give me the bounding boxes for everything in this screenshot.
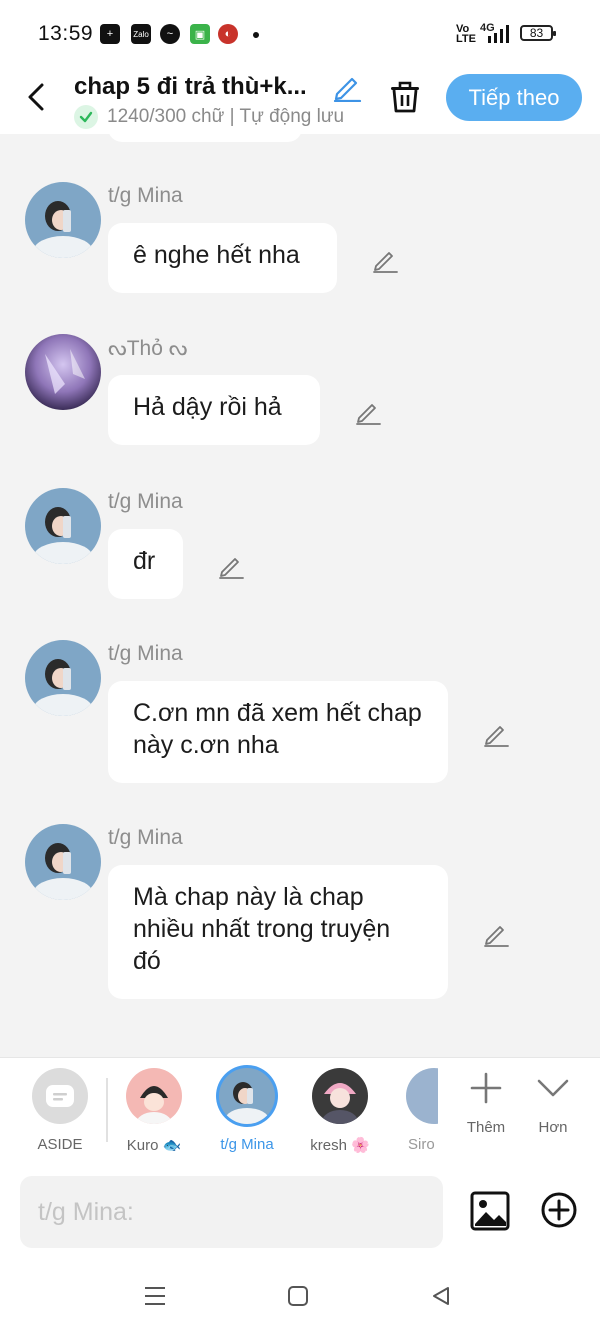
message-bubble[interactable]: Mà chap này là chap nhiều nhất trong tru… xyxy=(108,865,448,999)
avatar[interactable] xyxy=(25,640,101,716)
menu-icon[interactable] xyxy=(143,1285,167,1307)
character-name: ᔓThỏ ᔓ xyxy=(108,337,188,360)
edit-title-icon[interactable] xyxy=(332,72,362,102)
avatar xyxy=(126,1068,182,1124)
character-label: Siro xyxy=(408,1136,435,1153)
chapter-title: chap 5 đi trả thù+k... xyxy=(74,73,307,100)
volte-icon: Vo LTE xyxy=(456,23,476,45)
add-circle-icon[interactable] xyxy=(540,1191,578,1229)
expand-characters-button[interactable]: Hơn xyxy=(523,1070,583,1136)
system-nav-bar xyxy=(0,1263,600,1333)
saved-check-icon xyxy=(74,105,98,129)
character-aside[interactable]: ASIDE xyxy=(20,1068,100,1153)
edit-message-icon[interactable] xyxy=(371,246,399,274)
add-contact-icon: + xyxy=(100,24,120,44)
character-name: t/g Mina xyxy=(108,184,183,207)
edit-message-icon[interactable] xyxy=(354,398,382,426)
trash-icon[interactable] xyxy=(388,80,422,114)
avatar xyxy=(406,1068,438,1124)
message-bubble[interactable]: đr xyxy=(108,529,183,599)
avatar[interactable] xyxy=(25,182,101,258)
signal-icon xyxy=(488,25,509,43)
aside-icon xyxy=(32,1068,88,1124)
previous-message-bubble xyxy=(108,126,302,142)
edit-message-icon[interactable] xyxy=(482,920,510,948)
add-character-button[interactable]: Thêm xyxy=(456,1070,516,1136)
app-icon: ▣ xyxy=(190,24,210,44)
composer xyxy=(0,1165,600,1263)
clock: 13:59 xyxy=(38,22,94,45)
avatar xyxy=(312,1068,368,1124)
character-selector: ASIDE Kuro 🐟 t/g Mina kresh 🌸 Siro Thêm … xyxy=(0,1057,600,1167)
chevron-down-icon xyxy=(537,1079,569,1097)
back-arrow-icon[interactable] xyxy=(26,82,48,112)
message-bubble[interactable]: ê nghe hết nha xyxy=(108,223,337,293)
app-icon-2: ◐ xyxy=(218,24,238,44)
character-label: Kuro 🐟 xyxy=(126,1137,182,1154)
messenger-icon: ~ xyxy=(160,24,180,44)
divider xyxy=(106,1078,108,1142)
expand-label: Hơn xyxy=(538,1119,568,1136)
character-name: t/g Mina xyxy=(108,826,183,849)
home-icon[interactable] xyxy=(287,1285,309,1307)
avatar[interactable] xyxy=(25,334,101,410)
edit-message-icon[interactable] xyxy=(482,720,510,748)
image-icon[interactable] xyxy=(470,1191,510,1231)
avatar[interactable] xyxy=(25,824,101,900)
character-mina[interactable]: t/g Mina xyxy=(207,1068,287,1153)
zalo-icon: Zalo xyxy=(131,24,151,44)
next-button[interactable]: Tiếp theo xyxy=(446,74,582,121)
message-bubble[interactable]: Hả dậy rồi hả xyxy=(108,375,320,445)
character-name: t/g Mina xyxy=(108,642,183,665)
editor-header: chap 5 đi trả thù+k... 1240/300 chữ | Tự… xyxy=(0,68,600,134)
message-bubble[interactable]: C.ơn mn đã xem hết chap này c.ơn nha xyxy=(108,681,448,783)
plus-icon xyxy=(470,1072,502,1104)
avatar[interactable] xyxy=(25,488,101,564)
message-input[interactable] xyxy=(20,1176,443,1248)
character-label: kresh 🌸 xyxy=(310,1137,370,1154)
word-count-status: 1240/300 chữ | Tự động lưu xyxy=(107,106,345,127)
character-kuro[interactable]: Kuro 🐟 xyxy=(114,1068,194,1154)
status-bar: 13:59 + Zalo ~ ▣ ◐ Vo LTE 4G 83 xyxy=(0,0,600,68)
battery-indicator: 83 xyxy=(520,25,556,41)
character-label: t/g Mina xyxy=(220,1136,274,1153)
character-kresh[interactable]: kresh 🌸 xyxy=(300,1068,380,1154)
back-nav-icon[interactable] xyxy=(430,1285,452,1307)
edit-message-icon[interactable] xyxy=(217,552,245,580)
character-siro[interactable]: Siro xyxy=(396,1068,438,1153)
character-label: ASIDE xyxy=(37,1136,83,1153)
more-notifications-dot xyxy=(253,32,259,38)
character-name: t/g Mina xyxy=(108,490,183,513)
add-character-label: Thêm xyxy=(466,1119,506,1136)
avatar xyxy=(219,1068,275,1124)
